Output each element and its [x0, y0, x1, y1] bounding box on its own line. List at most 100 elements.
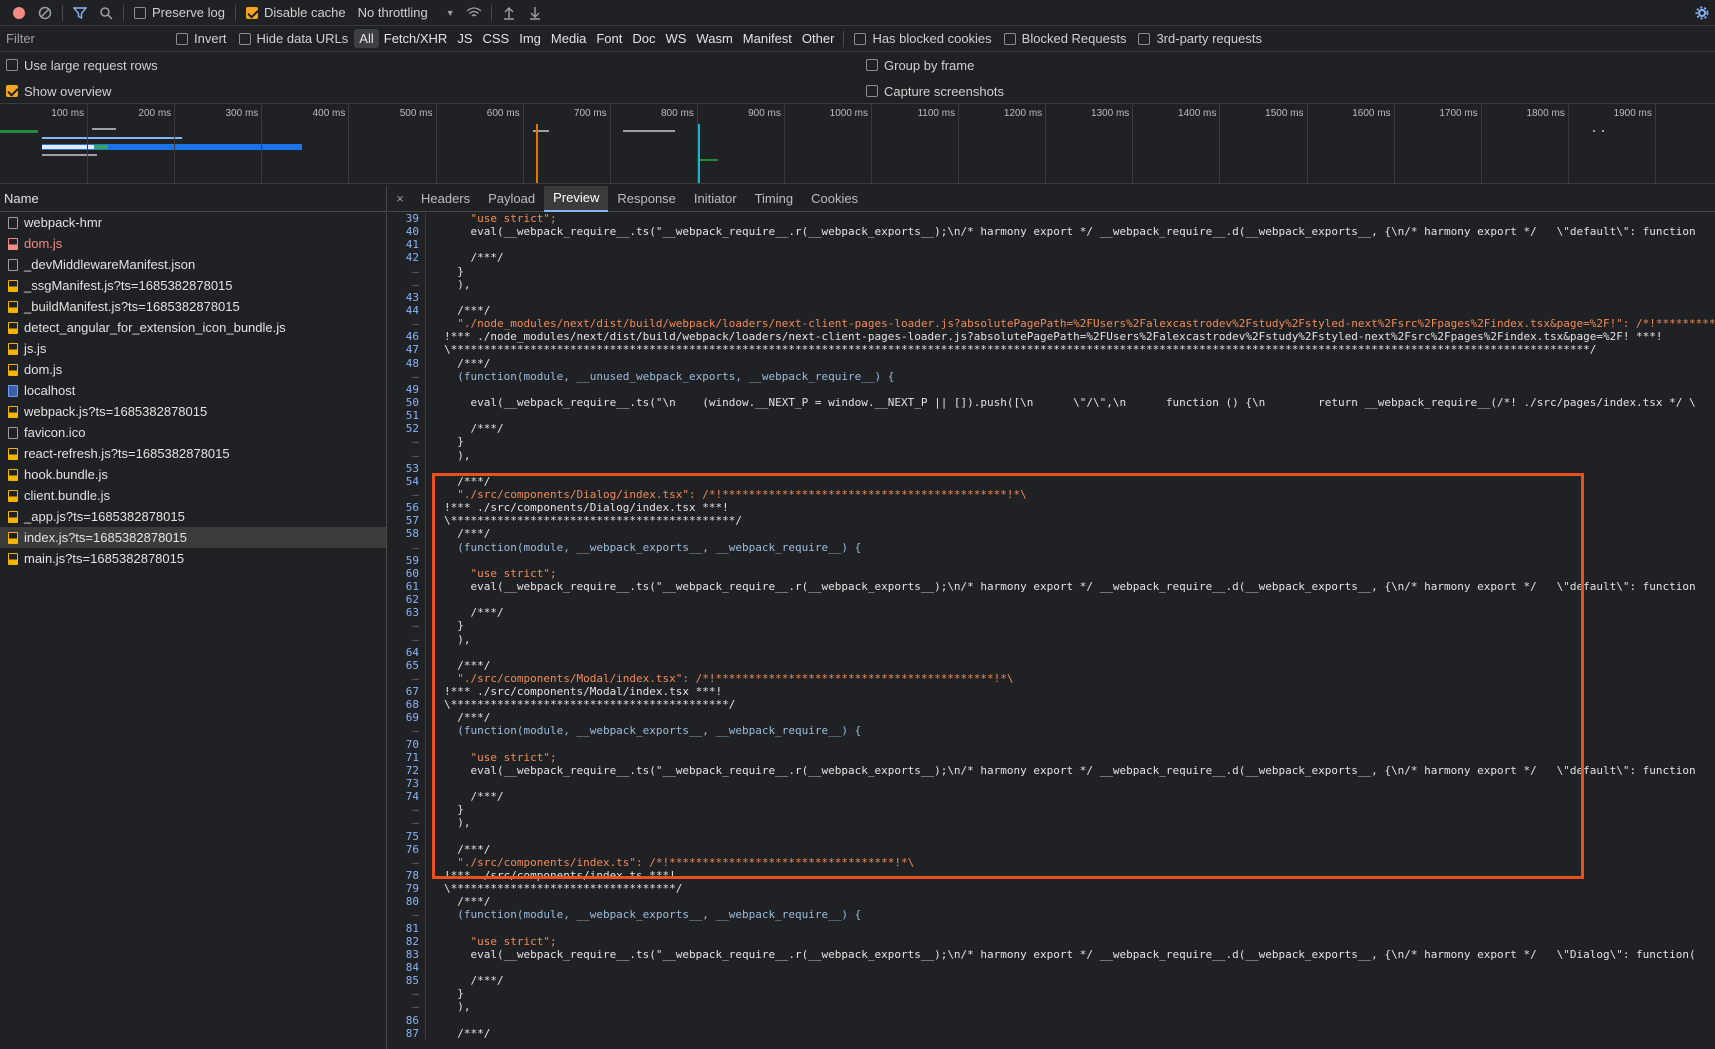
request-row[interactable]: webpack.js?ts=1685382878015 [0, 401, 386, 422]
invert-checkbox[interactable]: Invert [176, 31, 227, 46]
has-blocked-cookies-checkbox[interactable]: Has blocked cookies [854, 31, 992, 46]
request-row[interactable]: _buildManifest.js?ts=1685382878015 [0, 296, 386, 317]
code-text: /***/ [444, 842, 491, 856]
chevron-down-icon: ▼ [445, 7, 455, 18]
request-row[interactable]: dom.js [0, 359, 386, 380]
timeline-tick-label: 200 ms [138, 108, 172, 119]
checkbox-box[interactable] [1003, 32, 1016, 45]
clear-icon[interactable] [32, 0, 58, 26]
filter-input[interactable]: Filter [0, 31, 170, 46]
tab-preview[interactable]: Preview [544, 185, 609, 212]
tab-payload[interactable]: Payload [479, 186, 544, 212]
timeline-tick-label: 1500 ms [1265, 108, 1304, 119]
search-icon[interactable] [93, 0, 119, 26]
timeline-gridline [609, 104, 611, 183]
request-row[interactable]: client.bundle.js [0, 485, 386, 506]
line-number: 41 [388, 238, 426, 252]
timeline-overview[interactable]: 100 ms 200 ms 300 ms 400 ms 500 ms 600 ms 700 … [0, 104, 1715, 184]
preserve-log-checkbox[interactable]: Preserve log [134, 5, 225, 20]
checkbox-box[interactable] [6, 85, 18, 97]
code-text: /***/ [444, 1026, 491, 1040]
code-text: \**********************************/ [444, 882, 683, 896]
type-filter-fetch-xhr[interactable]: Fetch/XHR [379, 29, 453, 48]
third-party-requests-checkbox[interactable]: 3rd-party requests [1138, 31, 1262, 46]
request-row[interactable]: main.js?ts=1685382878015 [0, 548, 386, 569]
type-filter-all[interactable]: All [354, 29, 379, 48]
settings-gear-icon[interactable] [1689, 0, 1715, 26]
code-line: 49 [388, 382, 1715, 396]
request-rows: webpack-hmr dom.js _devMiddlewareManifest.… [0, 212, 386, 569]
checkbox-box[interactable] [866, 85, 878, 97]
overview-bar [1593, 130, 1595, 132]
export-har-icon[interactable] [522, 0, 548, 26]
line-number: 78 [388, 869, 426, 883]
tab-response[interactable]: Response [608, 186, 685, 212]
checkbox-box[interactable] [176, 32, 188, 45]
type-filter-other[interactable]: Other [797, 29, 840, 48]
timeline-tick-label: 1000 ms [829, 108, 868, 119]
filter-icon[interactable] [67, 0, 93, 26]
file-icon [8, 258, 18, 271]
type-filter-js[interactable]: JS [452, 29, 477, 48]
request-row[interactable]: webpack-hmr [0, 212, 386, 233]
type-filter-ws[interactable]: WS [660, 29, 691, 48]
code-text: (function(module, __webpack_exports__, _… [444, 908, 862, 922]
tab-initiator[interactable]: Initiator [685, 186, 746, 212]
show-overview-checkbox[interactable]: Show overview [6, 78, 111, 104]
timeline-gridline [435, 104, 437, 183]
tab-timing[interactable]: Timing [746, 186, 803, 212]
request-row[interactable]: _ssgManifest.js?ts=1685382878015 [0, 275, 386, 296]
checkbox-box[interactable] [134, 6, 146, 19]
code-line: – ), [388, 1000, 1715, 1014]
tab-headers[interactable]: Headers [412, 186, 479, 212]
request-row[interactable]: index.js?ts=1685382878015 [0, 527, 386, 548]
request-row[interactable]: react-refresh.js?ts=1685382878015 [0, 443, 386, 464]
type-filter-img[interactable]: Img [514, 29, 546, 48]
type-filter-doc[interactable]: Doc [627, 29, 660, 48]
request-row[interactable]: detect_angular_for_extension_icon_bundle… [0, 317, 386, 338]
close-icon[interactable]: × [388, 191, 412, 206]
blocked-requests-checkbox[interactable]: Blocked Requests [1003, 31, 1126, 46]
line-number: 71 [388, 750, 426, 764]
timeline-tick-label: 1900 ms [1613, 108, 1652, 119]
request-name: _devMiddlewareManifest.json [24, 257, 196, 272]
request-row[interactable]: favicon.ico [0, 422, 386, 443]
type-filter-media[interactable]: Media [546, 29, 591, 48]
checkbox-box[interactable] [245, 6, 258, 19]
code-text: ), [444, 1000, 471, 1014]
code-text: /***/ [444, 303, 491, 317]
checkbox-box[interactable] [238, 32, 251, 45]
line-number: 62 [388, 593, 426, 607]
network-conditions-icon[interactable] [461, 0, 487, 26]
line-number: 39 [388, 212, 426, 226]
group-by-frame-checkbox[interactable]: Group by frame [866, 52, 974, 78]
capture-screenshots-checkbox[interactable]: Capture screenshots [866, 78, 1004, 104]
checkbox-box[interactable] [1138, 32, 1151, 45]
request-row[interactable]: js.js [0, 338, 386, 359]
type-filter-css[interactable]: CSS [478, 29, 515, 48]
tab-cookies[interactable]: Cookies [802, 186, 867, 212]
checkbox-box[interactable] [6, 59, 18, 71]
request-row[interactable]: _app.js?ts=1685382878015 [0, 506, 386, 527]
type-filter-font[interactable]: Font [591, 29, 627, 48]
disable-cache-checkbox[interactable]: Disable cache [245, 5, 346, 20]
preview-code[interactable]: 39 "use strict"; 40 eval(__webpack_requir… [388, 212, 1715, 1049]
checkbox-box[interactable] [866, 59, 878, 71]
code-text: "./node_modules/next/dist/build/webpack/… [444, 317, 1715, 331]
checkbox-box[interactable] [854, 32, 867, 45]
request-row[interactable]: dom.js [0, 233, 386, 254]
throttling-select[interactable]: No throttling ▼ [358, 5, 455, 20]
request-row[interactable]: _devMiddlewareManifest.json [0, 254, 386, 275]
large-rows-checkbox[interactable]: Use large request rows [6, 52, 158, 78]
hide-data-urls-checkbox[interactable]: Hide data URLs [238, 31, 348, 46]
name-column-header[interactable]: Name [0, 186, 386, 212]
type-filter-wasm[interactable]: Wasm [691, 29, 737, 48]
script-file-icon [8, 447, 18, 460]
request-row[interactable]: hook.bundle.js [0, 464, 386, 485]
import-har-icon[interactable] [496, 0, 522, 26]
request-row[interactable]: localhost [0, 380, 386, 401]
record-icon[interactable] [6, 0, 32, 26]
line-number: 63 [388, 606, 426, 620]
type-filter-manifest[interactable]: Manifest [738, 29, 797, 48]
